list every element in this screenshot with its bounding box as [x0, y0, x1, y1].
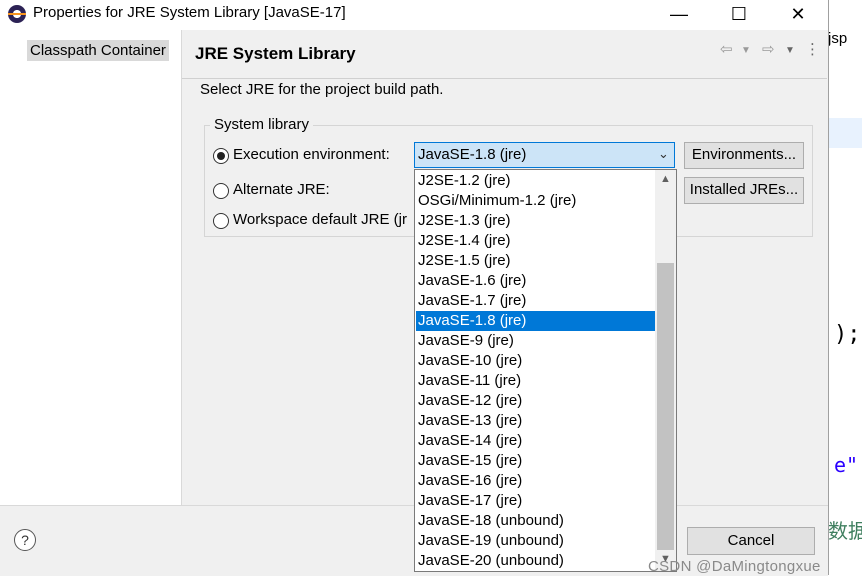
- workspace-default-jre-radio[interactable]: [213, 213, 229, 229]
- environments-button[interactable]: Environments...: [684, 142, 804, 169]
- sidebar-item-classpath-container[interactable]: Classpath Container: [27, 40, 169, 61]
- dropdown-option[interactable]: OSGi/Minimum-1.2 (jre): [416, 191, 658, 211]
- chevron-down-icon[interactable]: ⌄: [658, 146, 669, 162]
- dropdown-option[interactable]: J2SE-1.2 (jre): [416, 171, 658, 191]
- execution-environment-radio[interactable]: [213, 148, 229, 164]
- dropdown-option[interactable]: J2SE-1.4 (jre): [416, 231, 658, 251]
- dropdown-option[interactable]: JavaSE-9 (jre): [416, 331, 658, 351]
- dropdown-option[interactable]: JavaSE-12 (jre): [416, 391, 658, 411]
- back-menu-chevron-icon[interactable]: ▼: [741, 45, 751, 56]
- dropdown-option[interactable]: JavaSE-20 (unbound): [416, 551, 658, 571]
- dropdown-option[interactable]: JavaSE-16 (jre): [416, 471, 658, 491]
- scrollbar-thumb[interactable]: [657, 263, 674, 550]
- help-icon[interactable]: ?: [14, 529, 36, 551]
- watermark: CSDN @DaMingtongxue: [648, 558, 821, 575]
- sidebar: [0, 30, 182, 505]
- editor-code-fragment: );: [834, 322, 861, 347]
- dropdown-option[interactable]: JavaSE-1.6 (jre): [416, 271, 658, 291]
- background-editor: jsp: [828, 0, 862, 587]
- forward-menu-chevron-icon[interactable]: ▼: [785, 45, 795, 56]
- select-value: JavaSE-1.8 (jre): [418, 146, 527, 163]
- editor-highlight-line: [828, 118, 862, 148]
- dropdown-option[interactable]: JavaSE-14 (jre): [416, 431, 658, 451]
- dropdown-option[interactable]: J2SE-1.5 (jre): [416, 251, 658, 271]
- cancel-button[interactable]: Cancel: [687, 527, 815, 555]
- dropdown-option[interactable]: JavaSE-13 (jre): [416, 411, 658, 431]
- minimize-button[interactable]: —: [656, 0, 702, 30]
- workspace-default-jre-label: Workspace default JRE (jr: [233, 211, 407, 228]
- dropdown-option[interactable]: JavaSE-11 (jre): [416, 371, 658, 391]
- dropdown-option[interactable]: JavaSE-1.7 (jre): [416, 291, 658, 311]
- alternate-jre-radio[interactable]: [213, 183, 229, 199]
- back-arrow-icon[interactable]: ⇦: [720, 40, 733, 58]
- scroll-up-icon[interactable]: ▲: [660, 173, 671, 185]
- dropdown-option[interactable]: J2SE-1.3 (jre): [416, 211, 658, 231]
- dropdown-option[interactable]: JavaSE-17 (jre): [416, 491, 658, 511]
- page-title: JRE System Library: [195, 44, 356, 63]
- execution-environment-label: Execution environment:: [233, 146, 390, 163]
- editor-tab-label: jsp: [828, 30, 848, 47]
- dropdown-option[interactable]: JavaSE-19 (unbound): [416, 531, 658, 551]
- window-title: Properties for JRE System Library [JavaS…: [33, 4, 346, 21]
- eclipse-logo-icon: [8, 5, 26, 23]
- close-button[interactable]: ✕: [775, 0, 821, 30]
- installed-jres-button[interactable]: Installed JREs...: [684, 177, 804, 204]
- maximize-button[interactable]: ☐: [716, 0, 762, 30]
- view-menu-icon[interactable]: ⋮: [805, 40, 820, 58]
- editor-code-fragment: 数据: [828, 519, 862, 543]
- dropdown-option[interactable]: JavaSE-1.8 (jre): [416, 311, 658, 331]
- group-label: System library: [210, 116, 314, 133]
- page-description: Select JRE for the project build path.: [200, 81, 444, 98]
- dropdown-option[interactable]: JavaSE-15 (jre): [416, 451, 658, 471]
- forward-arrow-icon[interactable]: ⇨: [762, 40, 775, 58]
- alternate-jre-label: Alternate JRE:: [233, 181, 330, 198]
- dropdown-option[interactable]: JavaSE-18 (unbound): [416, 511, 658, 531]
- dropdown-option[interactable]: JavaSE-10 (jre): [416, 351, 658, 371]
- environment-dropdown-list[interactable]: J2SE-1.2 (jre) OSGi/Minimum-1.2 (jre) J2SE…: [414, 169, 677, 572]
- editor-code-fragment: e": [834, 453, 859, 477]
